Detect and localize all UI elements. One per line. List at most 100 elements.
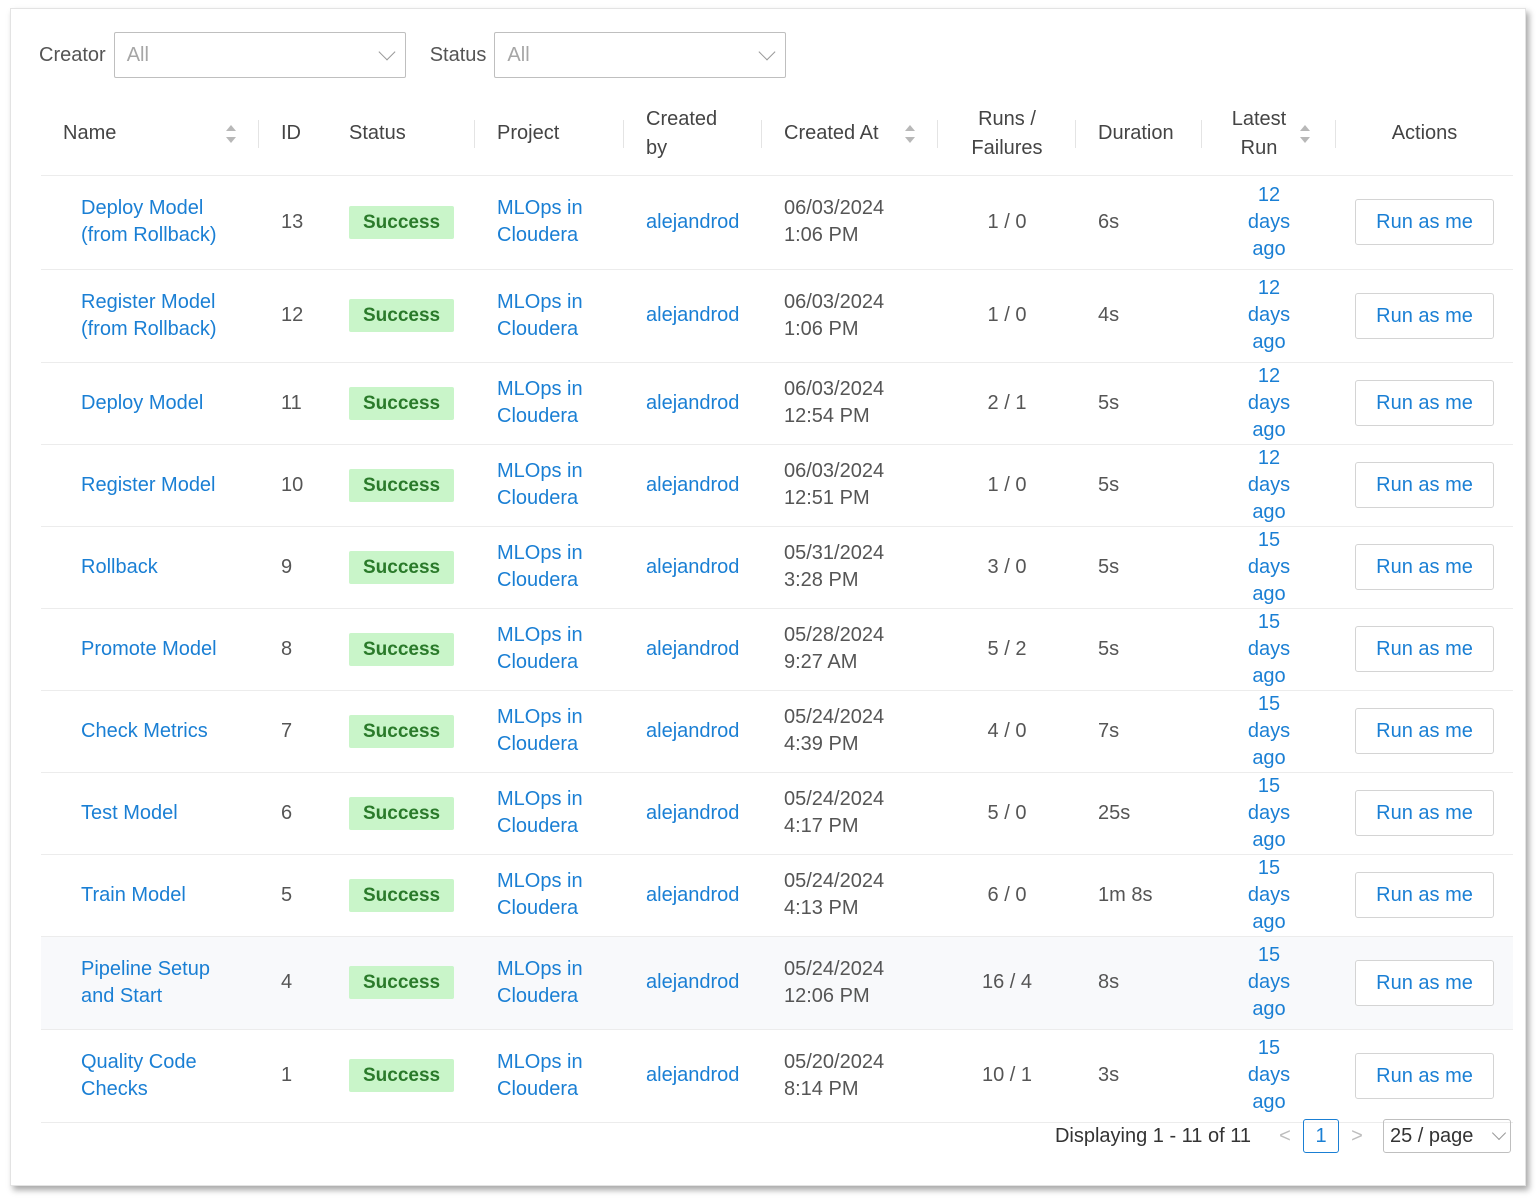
run-as-me-button[interactable]: Run as me [1355, 380, 1494, 426]
creator-link[interactable]: alejandrod [646, 638, 739, 660]
cell-actions: Run as me [1336, 936, 1513, 1030]
table-body: Deploy Model (from Rollback) 13 Success MLO… [41, 175, 1513, 1123]
cell-name: Quality Code Checks [41, 1029, 259, 1123]
creator-link[interactable]: alejandrod [646, 211, 739, 233]
project-link[interactable]: MLOps in Cloudera [497, 1049, 587, 1103]
sort-icon[interactable] [904, 124, 916, 144]
cell-actions: Run as me [1336, 772, 1513, 855]
cell-created-by: alejandrod [624, 1029, 762, 1123]
latest-run-link[interactable]: 15 days ago [1234, 691, 1304, 772]
run-as-me-button[interactable]: Run as me [1355, 626, 1494, 672]
latest-run-link[interactable]: 15 days ago [1234, 855, 1304, 936]
column-header-name[interactable]: Name [41, 93, 259, 176]
creator-link[interactable]: alejandrod [646, 392, 739, 414]
sort-icon[interactable] [225, 124, 237, 144]
creator-link[interactable]: alejandrod [646, 884, 739, 906]
latest-run-link[interactable]: 12 days ago [1234, 275, 1304, 356]
cell-project: MLOps in Cloudera [475, 772, 624, 855]
cell-created-by: alejandrod [624, 526, 762, 609]
run-as-me-button[interactable]: Run as me [1355, 544, 1494, 590]
latest-run-link[interactable]: 12 days ago [1234, 363, 1304, 444]
job-name-link[interactable]: Deploy Model [81, 392, 203, 414]
next-page-button[interactable]: > [1343, 1125, 1371, 1148]
latest-run-link[interactable]: 15 days ago [1234, 773, 1304, 854]
project-link[interactable]: MLOps in Cloudera [497, 540, 587, 594]
prev-page-button[interactable]: < [1271, 1125, 1299, 1148]
cell-id: 10 [259, 444, 327, 527]
job-name-link[interactable]: Train Model [81, 884, 186, 906]
cell-runs-failures: 2 / 1 [938, 362, 1076, 445]
creator-link[interactable]: alejandrod [646, 720, 739, 742]
table-row: Check Metrics 7 Success MLOps in Cloudera al… [41, 690, 1513, 773]
cell-duration: 3s [1076, 1029, 1202, 1123]
cell-duration: 4s [1076, 269, 1202, 363]
job-name-link[interactable]: Promote Model [81, 638, 217, 660]
sort-icon[interactable] [1299, 124, 1311, 144]
creator-link[interactable]: alejandrod [646, 802, 739, 824]
latest-run-link[interactable]: 15 days ago [1234, 527, 1304, 608]
table-row: Train Model 5 Success MLOps in Cloudera alej… [41, 854, 1513, 937]
job-name-link[interactable]: Register Model (from Rollback) [81, 291, 217, 340]
run-as-me-button[interactable]: Run as me [1355, 1052, 1494, 1099]
job-name-link[interactable]: Test Model [81, 802, 178, 824]
job-name-link[interactable]: Register Model [81, 474, 216, 496]
run-as-me-button[interactable]: Run as me [1355, 292, 1494, 339]
status-badge: Success [349, 205, 455, 239]
status-select[interactable]: All [494, 32, 787, 78]
creator-link[interactable]: alejandrod [646, 304, 739, 326]
column-header-latest-run[interactable]: Latest Run [1202, 93, 1336, 176]
project-link[interactable]: MLOps in Cloudera [497, 786, 587, 840]
column-header-duration: Duration [1076, 93, 1202, 176]
cell-duration: 5s [1076, 444, 1202, 527]
cell-created-by: alejandrod [624, 690, 762, 773]
job-name-link[interactable]: Deploy Model (from Rollback) [81, 197, 217, 246]
cell-project: MLOps in Cloudera [475, 269, 624, 363]
project-link[interactable]: MLOps in Cloudera [497, 289, 587, 343]
project-link[interactable]: MLOps in Cloudera [497, 704, 587, 758]
page-1-button[interactable]: 1 [1303, 1119, 1339, 1153]
latest-run-link[interactable]: 15 days ago [1234, 942, 1304, 1023]
status-badge: Success [349, 966, 455, 999]
cell-status: Success [327, 608, 475, 691]
project-link[interactable]: MLOps in Cloudera [497, 868, 587, 922]
run-as-me-button[interactable]: Run as me [1355, 462, 1494, 508]
job-name-link[interactable]: Check Metrics [81, 720, 208, 742]
latest-run-link[interactable]: 12 days ago [1234, 182, 1304, 263]
status-filter-label: Status [429, 43, 487, 66]
creator-link[interactable]: alejandrod [646, 1064, 739, 1086]
project-link[interactable]: MLOps in Cloudera [497, 622, 587, 676]
project-link[interactable]: MLOps in Cloudera [497, 956, 587, 1010]
column-header-created-at[interactable]: Created At [762, 93, 938, 176]
cell-project: MLOps in Cloudera [475, 854, 624, 937]
project-link[interactable]: MLOps in Cloudera [497, 458, 587, 512]
creator-link[interactable]: alejandrod [646, 474, 739, 496]
cell-project: MLOps in Cloudera [475, 362, 624, 445]
run-as-me-button[interactable]: Run as me [1355, 872, 1494, 918]
run-as-me-button[interactable]: Run as me [1355, 708, 1494, 754]
cell-created-at: 06/03/2024 12:51 PM [762, 444, 938, 527]
jobs-table: Name ID Status Project Created by Create… [41, 93, 1513, 1123]
cell-actions: Run as me [1336, 175, 1513, 270]
cell-latest-run: 12 days ago [1202, 444, 1336, 527]
job-name-link[interactable]: Quality Code Checks [81, 1051, 197, 1100]
cell-runs-failures: 10 / 1 [938, 1029, 1076, 1123]
latest-run-link[interactable]: 12 days ago [1234, 445, 1304, 526]
project-link[interactable]: MLOps in Cloudera [497, 195, 587, 249]
job-name-link[interactable]: Pipeline Setup and Start [81, 958, 210, 1007]
project-link[interactable]: MLOps in Cloudera [497, 376, 587, 430]
cell-created-at: 06/03/2024 1:06 PM [762, 175, 938, 270]
cell-runs-failures: 1 / 0 [938, 444, 1076, 527]
chevron-down-icon [758, 43, 776, 61]
creator-select[interactable]: All [113, 32, 406, 78]
run-as-me-button[interactable]: Run as me [1355, 959, 1494, 1006]
page-size-select[interactable]: 25 / page [1383, 1119, 1511, 1153]
latest-run-link[interactable]: 15 days ago [1234, 609, 1304, 690]
table-row: Promote Model 8 Success MLOps in Cloudera al… [41, 608, 1513, 691]
latest-run-link[interactable]: 15 days ago [1234, 1035, 1304, 1116]
creator-link[interactable]: alejandrod [646, 971, 739, 993]
cell-project: MLOps in Cloudera [475, 936, 624, 1030]
run-as-me-button[interactable]: Run as me [1355, 199, 1494, 245]
run-as-me-button[interactable]: Run as me [1355, 790, 1494, 836]
creator-link[interactable]: alejandrod [646, 556, 739, 578]
job-name-link[interactable]: Rollback [81, 556, 158, 578]
